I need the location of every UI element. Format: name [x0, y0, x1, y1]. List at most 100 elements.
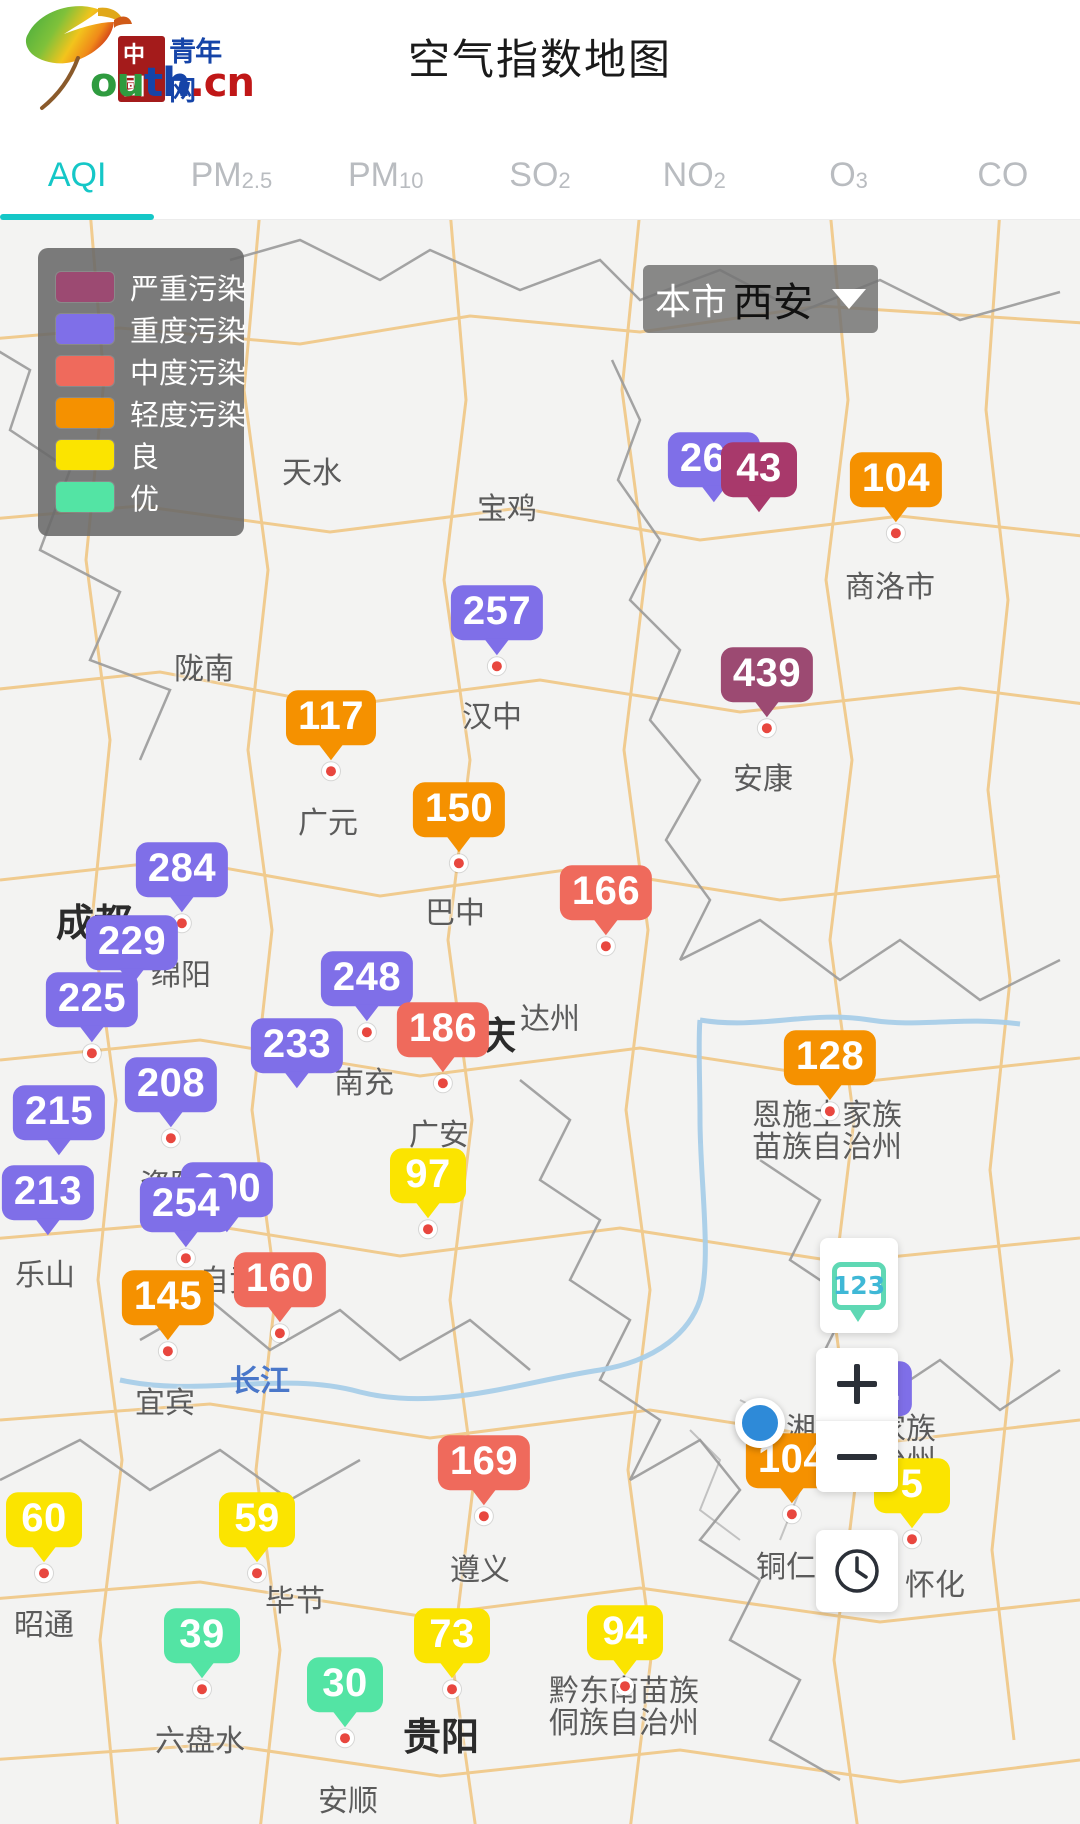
- place-label-bijie: 毕节: [265, 1585, 325, 1618]
- tab-pm25-sub: 2.5: [241, 167, 273, 193]
- aqi-marker-value: 225: [45, 972, 139, 1027]
- place-label-bazhong: 巴中: [425, 897, 485, 930]
- place-label-liupanshui: 六盘水: [155, 1725, 245, 1758]
- current-location-dot: [735, 1398, 785, 1448]
- aqi-marker-value: 73: [414, 1608, 490, 1663]
- place-label-baoji: 宝鸡: [477, 493, 537, 526]
- aqi-bubble-icon-text: 123: [832, 1271, 886, 1300]
- zoom-in-button[interactable]: [816, 1348, 898, 1420]
- tab-pm25-label: PM: [190, 155, 242, 194]
- aqi-marker[interactable]: 233: [250, 1018, 344, 1088]
- aqi-marker[interactable]: 43: [721, 442, 797, 512]
- tab-o3[interactable]: O3: [771, 130, 925, 220]
- place-label-ankang: 安康: [733, 763, 793, 796]
- legend-label-moderate: 中度污染: [130, 358, 247, 390]
- aqi-marker-value: 208: [124, 1057, 218, 1112]
- place-label-yibin: 宜宾: [135, 1387, 195, 1420]
- aqi-marker-value: 94: [587, 1605, 663, 1660]
- aqi-marker-value: 30: [307, 1657, 383, 1712]
- legend-swatch-excellent: [56, 482, 114, 512]
- legend-label-excellent: 优: [130, 484, 160, 516]
- aqi-marker-value: 150: [412, 782, 506, 837]
- place-label-zunyi: 遵义: [450, 1554, 510, 1587]
- tab-no2[interactable]: NO2: [617, 130, 771, 220]
- aqi-marker-value: 284: [135, 842, 229, 897]
- tab-so2[interactable]: SO2: [463, 130, 617, 220]
- place-label-shangluo: 商洛市: [845, 571, 935, 604]
- tab-pm25[interactable]: PM2.5: [154, 130, 308, 220]
- tab-co-label: CO: [977, 155, 1029, 194]
- legend-swatch-severe: [56, 272, 114, 302]
- place-label-tongren: 铜仁: [756, 1551, 816, 1584]
- aqi-marker-value: 215: [12, 1085, 106, 1140]
- place-label-anshun: 安顺: [318, 1785, 378, 1818]
- aqi-marker-value: 254: [139, 1177, 233, 1232]
- tab-pm10[interactable]: PM10: [309, 130, 463, 220]
- aqi-marker[interactable]: 213: [1, 1165, 95, 1235]
- tab-co[interactable]: CO: [926, 130, 1080, 220]
- aqi-marker-value: 43: [721, 442, 797, 497]
- place-label-huaihua: 怀化: [905, 1569, 965, 1602]
- site-logo[interactable]: 中國 青年网 outh.cn: [18, 4, 255, 126]
- aqi-marker[interactable]: 73: [414, 1608, 490, 1698]
- aqi-marker-value: 166: [559, 865, 653, 920]
- aqi-marker-value: 39: [164, 1608, 240, 1663]
- aqi-marker[interactable]: 166: [559, 865, 653, 955]
- aqi-marker[interactable]: 225: [45, 972, 139, 1062]
- aqi-marker[interactable]: 128: [783, 1030, 877, 1120]
- city-selector-value: 西安: [733, 281, 814, 325]
- place-label-dazhou: 达州: [520, 1003, 580, 1036]
- tab-so2-label: SO: [509, 155, 559, 194]
- aqi-marker[interactable]: 59: [219, 1492, 295, 1582]
- place-label-longnan: 陇南: [174, 653, 234, 686]
- aqi-marker-value: 104: [849, 452, 943, 507]
- aqi-marker[interactable]: 254: [139, 1177, 233, 1267]
- zoom-out-button[interactable]: [816, 1420, 898, 1492]
- aqi-marker[interactable]: 215: [12, 1085, 106, 1155]
- aqi-marker[interactable]: 145: [121, 1270, 215, 1360]
- tab-o3-sub: 3: [855, 167, 868, 193]
- aqi-marker[interactable]: 150: [412, 782, 506, 872]
- legend-row-light: 轻度污染: [56, 392, 246, 434]
- aqi-marker[interactable]: 60: [6, 1492, 82, 1582]
- aqi-marker[interactable]: 257: [450, 585, 544, 675]
- tab-aqi[interactable]: AQI: [0, 130, 155, 220]
- aqi-marker[interactable]: 169: [437, 1435, 531, 1525]
- tab-no2-sub: 2: [713, 167, 726, 193]
- history-button[interactable]: [816, 1530, 898, 1612]
- aqi-marker-value: 169: [437, 1435, 531, 1490]
- aqi-marker-value: 186: [396, 1002, 490, 1057]
- aqi-marker[interactable]: 94: [587, 1605, 663, 1695]
- air-quality-map-app: 中國 青年网 outh.cn 空气指数地图 AQI PM2.5 PM10 SO2…: [0, 0, 1080, 1824]
- legend-row-heavy: 重度污染: [56, 308, 246, 350]
- city-selector[interactable]: 本市 西安: [643, 265, 878, 333]
- aqi-marker[interactable]: 30: [307, 1657, 383, 1747]
- aqi-marker[interactable]: 208: [124, 1057, 218, 1147]
- aqi-marker-value: 60: [6, 1492, 82, 1547]
- aqi-marker[interactable]: 39: [164, 1608, 240, 1698]
- tab-aqi-label: AQI: [47, 155, 107, 194]
- chevron-down-icon: [832, 289, 866, 309]
- aqi-marker[interactable]: 97: [390, 1148, 466, 1238]
- aqi-marker-value: 233: [250, 1018, 344, 1073]
- aqi-marker[interactable]: 117: [285, 690, 377, 780]
- aqi-marker[interactable]: 104: [849, 452, 943, 542]
- aqi-marker[interactable]: 160: [233, 1252, 327, 1342]
- aqi-bubble-toggle-button[interactable]: 123: [820, 1238, 898, 1333]
- place-label-tianshui: 天水: [282, 457, 342, 490]
- tab-o3-label: O: [829, 155, 856, 194]
- aqi-marker-value: 248: [320, 951, 414, 1006]
- aqi-marker-value: 97: [390, 1148, 466, 1203]
- place-label-guangyuan: 广元: [298, 807, 358, 840]
- aqi-marker[interactable]: 186: [396, 1002, 490, 1092]
- place-label-guiyang: 贵阳: [403, 1717, 480, 1759]
- aqi-marker-value: 257: [450, 585, 544, 640]
- aqi-marker[interactable]: 439: [720, 647, 814, 737]
- app-header: 中國 青年网 outh.cn 空气指数地图: [0, 0, 1080, 130]
- aqi-bubble-icon: 123: [832, 1261, 886, 1322]
- legend-swatch-light: [56, 398, 114, 428]
- legend-swatch-heavy: [56, 314, 114, 344]
- place-label-zhaotong: 昭通: [14, 1609, 74, 1642]
- legend-label-severe: 严重污染: [130, 274, 247, 306]
- aqi-marker-value: 59: [219, 1492, 295, 1547]
